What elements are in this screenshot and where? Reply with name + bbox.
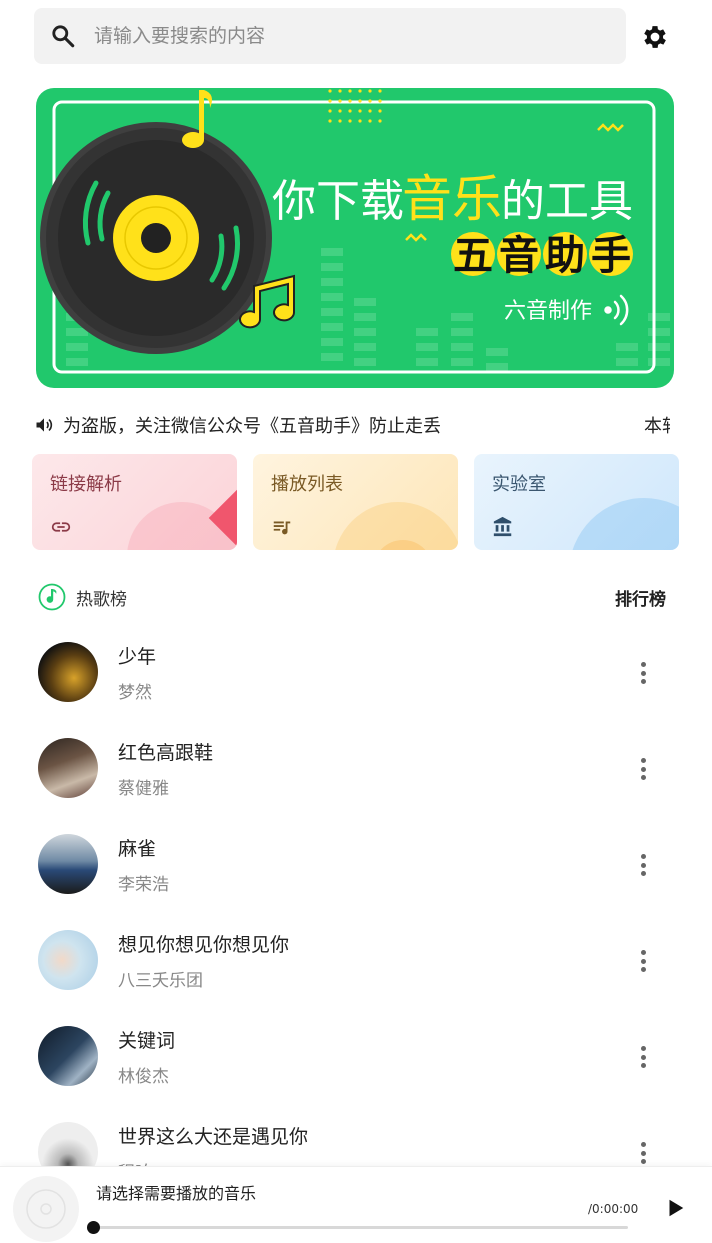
play-icon[interactable] xyxy=(664,1197,686,1219)
more-options-icon[interactable] xyxy=(632,756,654,782)
more-options-icon[interactable] xyxy=(632,852,654,878)
banner-char-2: 音 xyxy=(499,233,539,279)
hot-songs-title: 热歌榜 xyxy=(76,589,127,610)
song-list: 少年 梦然 红色高跟鞋 蔡健雅 麻雀 李荣浩 想见你想见你想见你 八三夭乐团 关… xyxy=(0,624,712,1166)
card-label: 实验室 xyxy=(492,474,546,495)
list-item[interactable]: 少年 梦然 xyxy=(0,624,712,720)
link-icon xyxy=(51,522,71,532)
song-title: 关键词 xyxy=(118,1030,176,1052)
player-prompt: 请选择需要播放的音乐 xyxy=(96,1184,257,1203)
banner-char-4: 手 xyxy=(591,233,631,279)
notice-text-next: 本软 xyxy=(644,416,670,437)
music-note-icon xyxy=(38,583,66,611)
song-artist: 梦然 xyxy=(118,683,152,703)
banner-line1-a: 你下载 xyxy=(272,176,404,227)
song-artist: 林俊杰 xyxy=(118,1067,169,1087)
song-artist: 李荣浩 xyxy=(118,875,169,895)
card-label: 链接解析 xyxy=(50,474,122,495)
album-cover xyxy=(38,1122,98,1166)
search-input[interactable] xyxy=(94,25,574,47)
banner-line1-b: 音乐 xyxy=(402,170,502,228)
ranking-link[interactable]: 排行榜 xyxy=(615,585,666,610)
progress-knob[interactable] xyxy=(87,1221,100,1234)
banner-maker: 六音制作 xyxy=(504,299,592,324)
promo-banner[interactable]: 你下载 音乐 的工具 五 音 助 手 六音制作 xyxy=(36,88,674,388)
bank-icon xyxy=(493,516,512,537)
more-options-icon[interactable] xyxy=(632,660,654,686)
card-playlist[interactable]: 播放列表 xyxy=(253,454,458,550)
list-item[interactable]: 关键词 林俊杰 xyxy=(0,1008,712,1104)
player-time: /0:00:00 xyxy=(588,1202,639,1216)
hot-songs-header: 热歌榜 排行榜 xyxy=(38,582,670,612)
song-title: 世界这么大还是遇见你 xyxy=(118,1126,309,1148)
song-artist: 八三夭乐团 xyxy=(118,971,203,991)
album-cover xyxy=(38,930,98,990)
song-title: 少年 xyxy=(118,646,157,668)
album-cover xyxy=(38,1026,98,1086)
banner-line1-c: 的工具 xyxy=(501,176,633,227)
card-link-parse[interactable]: 链接解析 xyxy=(32,454,237,550)
album-cover xyxy=(38,738,98,798)
song-title: 想见你想见你想见你 xyxy=(118,934,290,956)
album-cover xyxy=(38,834,98,894)
search-bar[interactable] xyxy=(34,8,626,64)
song-title: 红色高跟鞋 xyxy=(118,742,214,764)
more-options-icon[interactable] xyxy=(632,948,654,974)
search-icon xyxy=(52,25,75,48)
list-item[interactable]: 麻雀 李荣浩 xyxy=(0,816,712,912)
notice-text: 为盗版，关注微信公众号《五音助手》防止走丢 xyxy=(63,416,441,437)
playlist-icon xyxy=(273,521,291,535)
more-options-icon[interactable] xyxy=(632,1140,654,1166)
gear-icon[interactable] xyxy=(640,22,670,52)
list-item[interactable]: 想见你想见你想见你 八三夭乐团 xyxy=(0,912,712,1008)
list-item[interactable]: 红色高跟鞋 蔡健雅 xyxy=(0,720,712,816)
progress-track[interactable] xyxy=(92,1226,628,1229)
album-cover xyxy=(38,642,98,702)
card-label: 播放列表 xyxy=(271,474,343,495)
mini-player: 请选择需要播放的音乐 /0:00:00 xyxy=(0,1166,712,1243)
speaker-icon xyxy=(36,418,53,432)
song-artist: 程响 xyxy=(118,1158,152,1166)
more-options-icon[interactable] xyxy=(632,1044,654,1070)
banner-char-3: 助 xyxy=(545,233,585,279)
banner-char-1: 五 xyxy=(453,233,493,279)
song-artist: 蔡健雅 xyxy=(118,779,169,799)
notice-marquee: 为盗版，关注微信公众号《五音助手》防止走丢 本软 xyxy=(34,410,670,440)
list-item[interactable]: 世界这么大还是遇见你 程响 xyxy=(0,1104,712,1166)
song-title: 麻雀 xyxy=(118,838,157,860)
card-lab[interactable]: 实验室 xyxy=(474,454,679,550)
disc-icon xyxy=(13,1176,79,1242)
